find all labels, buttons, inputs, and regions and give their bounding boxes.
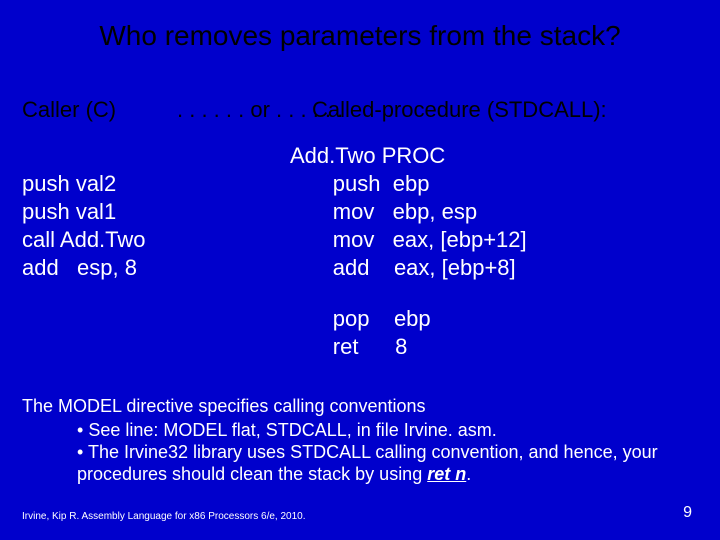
caller-label: Caller (C): [22, 97, 116, 123]
callee-code-block-bottom: pop ebp ret 8: [290, 305, 431, 361]
slide-title: Who removes parameters from the stack?: [0, 20, 720, 52]
notes-intro: The MODEL directive specifies calling co…: [22, 395, 702, 417]
citation-text: Irvine, Kip R. Assembly Language for x86…: [22, 511, 306, 522]
note-b2-post: .: [466, 464, 471, 484]
slide: Who removes parameters from the stack? C…: [0, 0, 720, 540]
callee-code-block-top: Add.Two PROC push ebp mov ebp, esp mov e…: [290, 142, 527, 282]
page-number: 9: [683, 504, 692, 522]
ret-n-emphasis: ret n: [427, 464, 466, 484]
note-bullet-2: The Irvine32 library uses STDCALL callin…: [77, 441, 702, 485]
notes-list: See line: MODEL flat, STDCALL, in file I…: [22, 419, 702, 485]
caller-code-block: push val2 push val1 call Add.Two add esp…: [22, 170, 146, 282]
note-b2-pre: The Irvine32 library uses STDCALL callin…: [77, 442, 658, 484]
called-label: Called-procedure (STDCALL):: [312, 97, 607, 123]
notes-block: The MODEL directive specifies calling co…: [22, 395, 702, 485]
note-bullet-1: See line: MODEL flat, STDCALL, in file I…: [77, 419, 702, 441]
